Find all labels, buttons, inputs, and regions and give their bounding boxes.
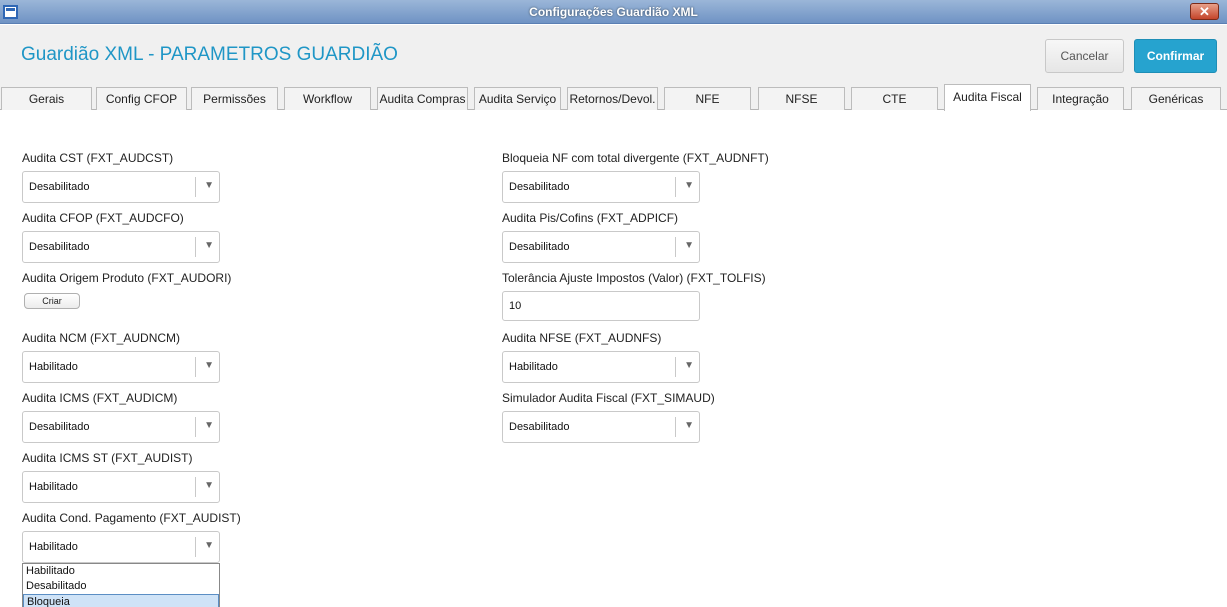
chevron-down-icon[interactable]: ▼ xyxy=(204,360,214,371)
select-separator xyxy=(675,357,676,377)
cancel-button[interactable]: Cancelar xyxy=(1045,39,1124,73)
audist-value: Habilitado xyxy=(29,481,78,493)
audnfs-select[interactable]: Habilitado ▼ xyxy=(502,351,700,383)
audcond-label: Audita Cond. Pagamento (FXT_AUDIST) xyxy=(22,511,241,525)
tab-workflow[interactable]: Workflow xyxy=(284,87,371,110)
simaud-value: Desabilitado xyxy=(509,421,570,433)
chevron-down-icon[interactable]: ▼ xyxy=(204,540,214,551)
chevron-down-icon[interactable]: ▼ xyxy=(204,420,214,431)
tab-cte[interactable]: CTE xyxy=(851,87,938,110)
audnft-value: Desabilitado xyxy=(509,181,570,193)
audicm-value: Desabilitado xyxy=(29,421,90,433)
tab-nfse[interactable]: NFSE xyxy=(758,87,845,110)
audncm-select[interactable]: Habilitado ▼ xyxy=(22,351,220,383)
select-separator xyxy=(675,237,676,257)
audcst-select[interactable]: Desabilitado ▼ xyxy=(22,171,220,203)
audist-label: Audita ICMS ST (FXT_AUDIST) xyxy=(22,451,193,465)
audcfo-label: Audita CFOP (FXT_AUDCFO) xyxy=(22,211,184,225)
audori-label: Audita Origem Produto (FXT_AUDORI) xyxy=(22,271,232,285)
tab-audita-compras[interactable]: Audita Compras xyxy=(377,87,468,110)
tolfis-label: Tolerância Ajuste Impostos (Valor) (FXT_… xyxy=(502,271,766,285)
tab-permissoes[interactable]: Permissões xyxy=(191,87,278,110)
simaud-label: Simulador Audita Fiscal (FXT_SIMAUD) xyxy=(502,391,715,405)
chevron-down-icon[interactable]: ▼ xyxy=(684,360,694,371)
chevron-down-icon[interactable]: ▼ xyxy=(204,480,214,491)
select-separator xyxy=(675,417,676,437)
audcond-value: Habilitado xyxy=(29,541,78,553)
audist-select[interactable]: Habilitado ▼ xyxy=(22,471,220,503)
select-separator xyxy=(195,357,196,377)
select-separator xyxy=(675,177,676,197)
chevron-down-icon[interactable]: ▼ xyxy=(684,420,694,431)
select-separator xyxy=(195,537,196,557)
tab-config-cfop[interactable]: Config CFOP xyxy=(96,87,187,110)
tab-genericas[interactable]: Genéricas xyxy=(1131,87,1221,110)
audcond-select[interactable]: Habilitado ▼ xyxy=(22,531,220,563)
audncm-value: Habilitado xyxy=(29,361,78,373)
audicm-select[interactable]: Desabilitado ▼ xyxy=(22,411,220,443)
tab-retornos-devol[interactable]: Retornos/Devol. xyxy=(567,87,658,110)
adpicf-select[interactable]: Desabilitado ▼ xyxy=(502,231,700,263)
chevron-down-icon[interactable]: ▼ xyxy=(684,240,694,251)
audnft-select[interactable]: Desabilitado ▼ xyxy=(502,171,700,203)
tab-audita-servico[interactable]: Audita Serviço xyxy=(474,87,561,110)
select-separator xyxy=(195,417,196,437)
tab-bar: Gerais Config CFOP Permissões Workflow A… xyxy=(0,84,1227,111)
tolfis-input[interactable]: 10 xyxy=(502,291,700,321)
audcst-label: Audita CST (FXT_AUDCST) xyxy=(22,151,174,165)
criar-button[interactable]: Criar xyxy=(24,293,80,309)
dropdown-option-desabilitado[interactable]: Desabilitado xyxy=(23,579,219,594)
chevron-down-icon[interactable]: ▼ xyxy=(204,240,214,251)
select-separator xyxy=(195,477,196,497)
audcfo-value: Desabilitado xyxy=(29,241,90,253)
window-titlebar: Configurações Guardião XML ✕ xyxy=(0,0,1227,24)
audncm-label: Audita NCM (FXT_AUDNCM) xyxy=(22,331,181,345)
tab-integracao[interactable]: Integração xyxy=(1037,87,1124,110)
chevron-down-icon[interactable]: ▼ xyxy=(684,180,694,191)
confirm-button[interactable]: Confirmar xyxy=(1134,39,1217,73)
tab-gerais[interactable]: Gerais xyxy=(1,87,92,110)
audnfs-label: Audita NFSE (FXT_AUDNFS) xyxy=(502,331,662,345)
audicm-label: Audita ICMS (FXT_AUDICM) xyxy=(22,391,178,405)
audnft-label: Bloqueia NF com total divergente (FXT_AU… xyxy=(502,151,769,165)
adpicf-label: Audita Pis/Cofins (FXT_ADPICF) xyxy=(502,211,679,225)
tab-audita-fiscal[interactable]: Audita Fiscal xyxy=(944,84,1031,111)
select-separator xyxy=(195,237,196,257)
tab-nfe[interactable]: NFE xyxy=(664,87,751,110)
page-title: Guardião XML - PARAMETROS GUARDIÃO xyxy=(21,44,398,65)
window-title: Configurações Guardião XML xyxy=(529,5,698,19)
select-separator xyxy=(195,177,196,197)
page-header: Guardião XML - PARAMETROS GUARDIÃO Cance… xyxy=(0,25,1227,86)
simaud-select[interactable]: Desabilitado ▼ xyxy=(502,411,700,443)
close-window-button[interactable]: ✕ xyxy=(1190,3,1219,20)
dropdown-option-habilitado[interactable]: Habilitado xyxy=(23,564,219,579)
audnfs-value: Habilitado xyxy=(509,361,558,373)
audcond-dropdown-list: Habilitado Desabilitado Bloqueia xyxy=(22,563,220,607)
dropdown-option-bloqueia[interactable]: Bloqueia xyxy=(23,594,219,607)
adpicf-value: Desabilitado xyxy=(509,241,570,253)
chevron-down-icon[interactable]: ▼ xyxy=(204,180,214,191)
audcfo-select[interactable]: Desabilitado ▼ xyxy=(22,231,220,263)
tolfis-value: 10 xyxy=(509,300,522,312)
audcst-value: Desabilitado xyxy=(29,181,90,193)
